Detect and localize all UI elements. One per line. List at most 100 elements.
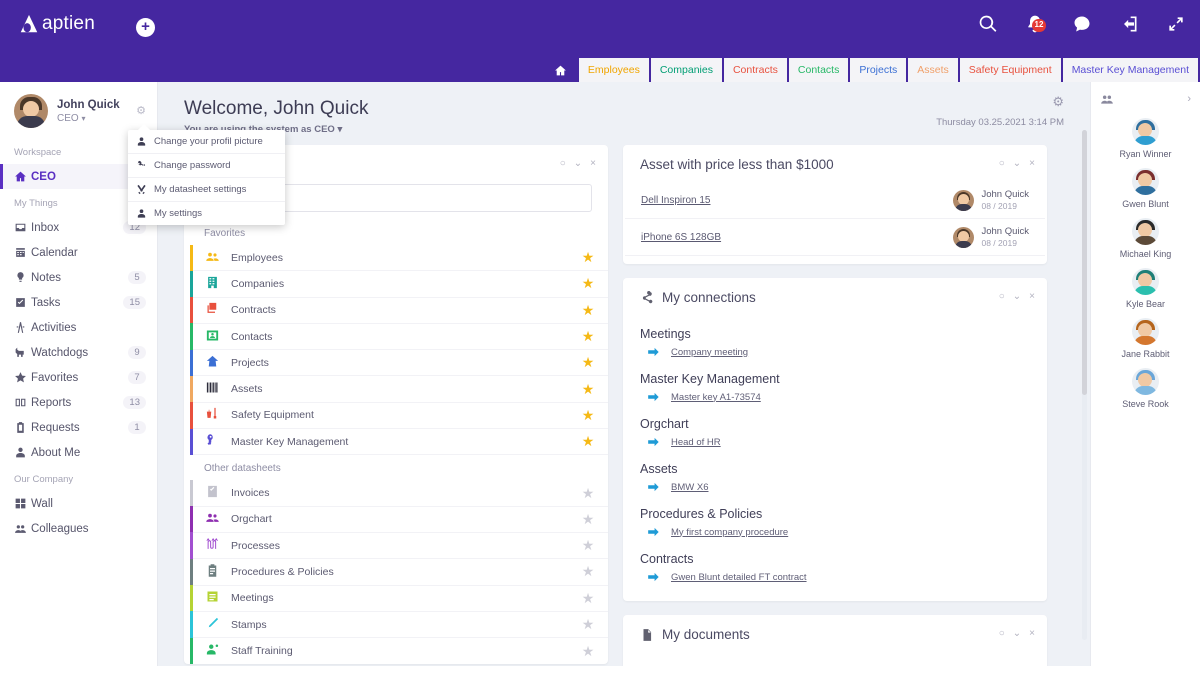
sidebar-item-reports[interactable]: Reports 13	[0, 390, 157, 415]
connection-link[interactable]: Company meeting	[671, 347, 748, 358]
star-icon[interactable]: ★	[568, 354, 608, 371]
connection-item[interactable]: Gwen Blunt detailed FT contract	[623, 569, 1047, 585]
main-scrollbar-track[interactable]	[1082, 130, 1087, 640]
notifications-icon[interactable]: 12	[1025, 14, 1046, 34]
colleague-item[interactable]: Steve Rook	[1091, 362, 1200, 412]
connection-link[interactable]: Gwen Blunt detailed FT contract	[671, 572, 807, 583]
datasheet-row-stamps[interactable]: Stamps ★	[190, 611, 608, 639]
collapse-icon[interactable]: ⌄	[1013, 291, 1021, 302]
datasheet-row-master-key-management[interactable]: Master Key Management ★	[190, 428, 608, 456]
nav-tab-master-key-management[interactable]: Master Key Management	[1062, 58, 1198, 82]
chat-icon[interactable]	[1072, 14, 1092, 34]
asset-row[interactable]: Dell Inspiron 15 John Quick 08 / 2019	[625, 182, 1045, 219]
add-new-button[interactable]: +	[136, 18, 155, 37]
nav-tab-contacts[interactable]: Contacts	[788, 58, 849, 82]
expand-panel-button[interactable]: ›	[1187, 93, 1191, 105]
nav-tab-employees[interactable]: Employees	[578, 58, 649, 82]
asset-name-link[interactable]: iPhone 6S 128GB	[641, 232, 721, 243]
expand-icon[interactable]	[1166, 14, 1186, 34]
nav-tab-assets[interactable]: Assets	[908, 58, 958, 82]
close-icon[interactable]: ×	[1029, 158, 1035, 169]
sidebar-item-activities[interactable]: Activities	[0, 315, 157, 340]
star-icon[interactable]: ★	[568, 302, 608, 319]
connection-link[interactable]: Head of HR	[671, 437, 721, 448]
datasheet-row-projects[interactable]: Projects ★	[190, 349, 608, 377]
nav-tab-companies[interactable]: Companies	[650, 58, 722, 82]
star-icon[interactable]: ★	[568, 616, 608, 633]
collapse-icon[interactable]: ⌄	[1013, 628, 1021, 639]
star-icon[interactable]: ★	[568, 433, 608, 450]
connection-link[interactable]: Master key A1-73574	[671, 392, 761, 403]
main-scrollbar-thumb[interactable]	[1082, 130, 1087, 395]
close-icon[interactable]: ×	[590, 158, 596, 169]
colleague-item[interactable]: Kyle Bear	[1091, 262, 1200, 312]
close-icon[interactable]: ×	[1029, 628, 1035, 639]
chevron-down-icon[interactable]: ▾	[337, 124, 342, 135]
star-icon[interactable]: ★	[568, 511, 608, 528]
datasheet-row-staff-training[interactable]: Staff Training ★	[190, 638, 608, 665]
close-icon[interactable]: ×	[1029, 291, 1035, 302]
datasheet-row-contacts[interactable]: Contacts ★	[190, 323, 608, 351]
star-icon[interactable]: ★	[568, 407, 608, 424]
colleague-item[interactable]: Gwen Blunt	[1091, 162, 1200, 212]
star-icon[interactable]: ★	[568, 643, 608, 660]
connection-item[interactable]: Company meeting	[623, 344, 1047, 360]
star-icon[interactable]: ★	[568, 275, 608, 292]
asset-row[interactable]: iPhone 6S 128GB John Quick 08 / 2019	[625, 219, 1045, 256]
asset-name-link[interactable]: Dell Inspiron 15	[641, 195, 710, 206]
datasheet-row-contracts[interactable]: Contracts ★	[190, 297, 608, 324]
star-icon[interactable]: ★	[568, 381, 608, 398]
connection-item[interactable]: BMW X6	[623, 479, 1047, 495]
collapse-icon[interactable]: ⌄	[1013, 158, 1021, 169]
datasheet-row-companies[interactable]: Companies ★	[190, 270, 608, 298]
star-icon[interactable]: ★	[568, 485, 608, 502]
connection-item[interactable]: Master key A1-73574	[623, 389, 1047, 405]
datasheet-row-procedures-policies[interactable]: Procedures & Policies ★	[190, 558, 608, 586]
collapse-icon[interactable]: ⌄	[574, 158, 582, 169]
connection-link[interactable]: My first company procedure	[671, 527, 788, 538]
logout-icon[interactable]	[1119, 14, 1139, 34]
nav-tab-contracts[interactable]: Contracts	[723, 58, 787, 82]
search-icon[interactable]	[978, 14, 998, 34]
datasheet-row-assets[interactable]: Assets ★	[190, 375, 608, 403]
star-icon[interactable]: ★	[568, 328, 608, 345]
gear-icon[interactable]: ⚙	[136, 104, 146, 117]
star-icon[interactable]: ★	[568, 563, 608, 580]
datasheet-row-invoices[interactable]: Invoices ★	[190, 479, 608, 507]
sidebar-item-notes[interactable]: Notes 5	[0, 265, 157, 290]
sidebar-item-favorites[interactable]: Favorites 7	[0, 365, 157, 390]
nav-tab-projects[interactable]: Projects	[850, 58, 907, 82]
menu-item-change-profile-picture[interactable]: Change your profil picture	[128, 130, 285, 154]
menu-item-my-settings[interactable]: My settings	[128, 202, 285, 225]
refresh-icon[interactable]: ○	[999, 158, 1005, 169]
sidebar-item-about-me[interactable]: About Me	[0, 440, 157, 465]
datasheet-row-employees[interactable]: Employees ★	[190, 244, 608, 272]
star-icon[interactable]: ★	[568, 590, 608, 607]
add-file-button[interactable]: ✚ Add file	[623, 652, 1047, 666]
gear-icon[interactable]: ⚙	[1052, 94, 1064, 110]
app-logo[interactable]: aptien	[18, 13, 95, 35]
nav-home-button[interactable]	[544, 58, 577, 82]
refresh-icon[interactable]: ○	[560, 158, 566, 169]
datasheet-row-meetings[interactable]: Meetings ★	[190, 585, 608, 612]
menu-item-change-password[interactable]: Change password	[128, 154, 285, 178]
datasheet-row-processes[interactable]: Processes ★	[190, 532, 608, 560]
sidebar-item-requests[interactable]: Requests 1	[0, 415, 157, 440]
sidebar-item-watchdogs[interactable]: Watchdogs 9	[0, 340, 157, 365]
connection-item[interactable]: Head of HR	[623, 434, 1047, 450]
refresh-icon[interactable]: ○	[999, 628, 1005, 639]
sidebar-item-colleagues[interactable]: Colleagues	[0, 516, 157, 541]
connection-item[interactable]: My first company procedure	[623, 524, 1047, 540]
datasheet-row-safety-equipment[interactable]: Safety Equipment ★	[190, 402, 608, 430]
sidebar-item-wall[interactable]: Wall	[0, 491, 157, 516]
star-icon[interactable]: ★	[568, 537, 608, 554]
connection-link[interactable]: BMW X6	[671, 482, 708, 493]
refresh-icon[interactable]: ○	[999, 291, 1005, 302]
datasheet-row-orgchart[interactable]: Orgchart ★	[190, 506, 608, 533]
star-icon[interactable]: ★	[568, 249, 608, 266]
menu-item-datasheet-settings[interactable]: My datasheet settings	[128, 178, 285, 202]
colleague-item[interactable]: Jane Rabbit	[1091, 312, 1200, 362]
colleague-item[interactable]: Michael King	[1091, 212, 1200, 262]
nav-tab-safety-equipment[interactable]: Safety Equipment	[959, 58, 1061, 82]
colleague-item[interactable]: Ryan Winner	[1091, 112, 1200, 162]
